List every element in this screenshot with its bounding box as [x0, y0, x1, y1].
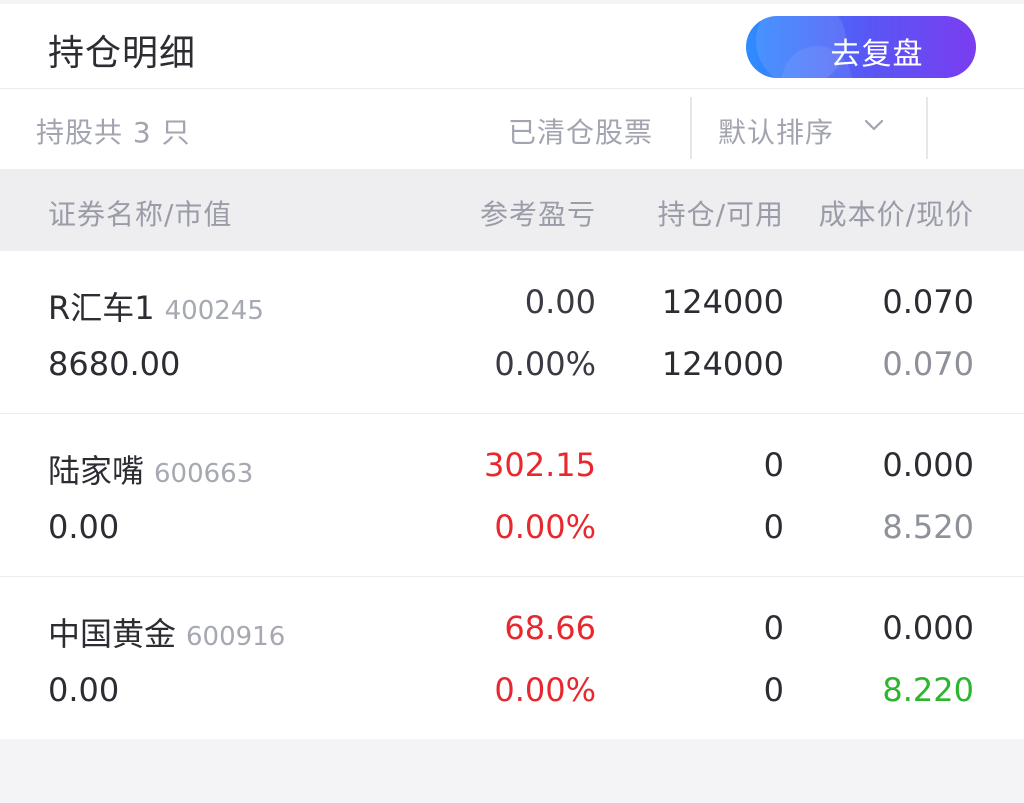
column-header-pl[interactable]: 参考盈亏: [480, 193, 596, 233]
cost-price: 0.000: [882, 446, 974, 484]
stock-code: 600663: [154, 459, 254, 489]
column-header-position[interactable]: 持仓/可用: [658, 193, 784, 233]
position-qty: 124000: [661, 283, 784, 321]
stock-name-cell: R汇车1 400245: [48, 283, 264, 329]
current-price: 8.220: [882, 671, 974, 709]
current-price: 0.070: [882, 345, 974, 383]
divider: [690, 97, 692, 159]
table-header: 证券名称/市值 参考盈亏 持仓/可用 成本价/现价: [0, 169, 1024, 251]
holdings-toolbar: 持股共 3 只 已清仓股票 默认排序: [0, 89, 1024, 169]
position-qty: 0: [763, 446, 784, 484]
stock-code: 600916: [186, 622, 286, 652]
holdings-count: 持股共 3 只: [36, 116, 191, 149]
sort-dropdown[interactable]: 默认排序: [718, 111, 834, 151]
stock-code: 400245: [164, 296, 264, 326]
profit-loss: 68.66: [504, 609, 596, 647]
column-header-name[interactable]: 证券名称/市值: [48, 193, 232, 233]
cost-price: 0.070: [882, 283, 974, 321]
stock-name: 陆家嘴: [48, 452, 145, 490]
available-qty: 124000: [661, 345, 784, 383]
position-qty: 0: [763, 609, 784, 647]
review-button-label: 去复盘: [830, 37, 924, 72]
review-button[interactable]: 去复盘: [746, 16, 976, 78]
column-header-price[interactable]: 成本价/现价: [819, 193, 974, 233]
profit-loss-percent: 0.00%: [494, 345, 596, 383]
cleared-stocks-link[interactable]: 已清仓股票: [508, 111, 653, 151]
page-title: 持仓明细: [48, 33, 197, 74]
profit-loss: 302.15: [484, 446, 596, 484]
table-row[interactable]: 陆家嘴 600663 0.00 302.15 0.00% 0 0 0.000 8.…: [0, 414, 1024, 577]
table-row[interactable]: R汇车1 400245 8680.00 0.00 0.00% 124000 124…: [0, 251, 1024, 414]
stock-name: R汇车1: [48, 289, 155, 327]
available-qty: 0: [763, 508, 784, 546]
header: 持仓明细 去复盘: [0, 4, 1024, 89]
holdings-list: R汇车1 400245 8680.00 0.00 0.00% 124000 124…: [0, 251, 1024, 739]
market-value: 0.00: [48, 671, 120, 709]
stock-name-cell: 中国黄金 600916: [48, 609, 285, 655]
cost-price: 0.000: [882, 609, 974, 647]
current-price: 8.520: [882, 508, 974, 546]
stock-name: 中国黄金: [48, 615, 177, 653]
profit-loss: 0.00: [524, 283, 596, 321]
holdings-page: 持仓明细 去复盘 持股共 3 只 已清仓股票 默认排序 证券名称/市值 参考盈亏…: [0, 0, 1024, 803]
market-value: 8680.00: [48, 345, 181, 383]
table-row[interactable]: 中国黄金 600916 0.00 68.66 0.00% 0 0 0.000 8.…: [0, 577, 1024, 739]
chevron-down-icon[interactable]: [862, 113, 886, 137]
stock-name-cell: 陆家嘴 600663: [48, 446, 253, 492]
profit-loss-percent: 0.00%: [494, 508, 596, 546]
available-qty: 0: [763, 671, 784, 709]
divider: [926, 97, 928, 159]
market-value: 0.00: [48, 508, 120, 546]
profit-loss-percent: 0.00%: [494, 671, 596, 709]
